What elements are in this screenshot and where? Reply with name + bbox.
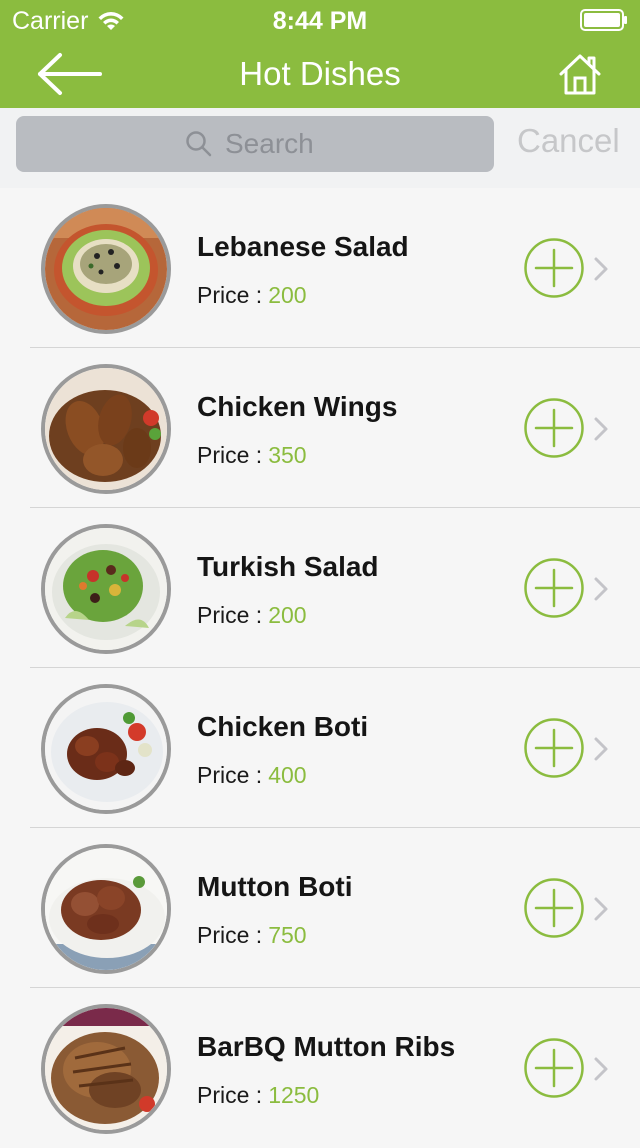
item-name: Chicken Wings (197, 391, 398, 422)
dish-image (41, 844, 171, 974)
price-label: Price : (197, 282, 263, 308)
add-circle-icon[interactable] (523, 397, 585, 459)
page-title: Hot Dishes (239, 55, 401, 92)
item-price: Price :750 (197, 921, 307, 949)
cancel-button[interactable]: Cancel (517, 121, 620, 161)
item-name: BarBQ Mutton Ribs (197, 1031, 456, 1062)
price-value: 400 (268, 762, 307, 788)
list-item[interactable]: Chicken Boti Price :400 (0, 668, 640, 828)
add-circle-icon[interactable] (523, 717, 585, 779)
price-value: 350 (268, 442, 307, 468)
salad-bowl-image (45, 208, 167, 330)
mixed-salad-image (45, 528, 167, 650)
item-name: Lebanese Salad (197, 231, 409, 262)
price-label: Price : (197, 602, 263, 628)
grilled-chicken-image (45, 688, 167, 810)
dish-image (41, 684, 171, 814)
price-label: Price : (197, 442, 263, 468)
list-item[interactable]: BarBQ Mutton Ribs Price :1250 (0, 988, 640, 1148)
item-name: Chicken Boti (197, 711, 369, 742)
item-price: Price :200 (197, 601, 307, 629)
price-value: 750 (268, 922, 307, 948)
item-name: Turkish Salad (197, 551, 379, 582)
home-icon[interactable] (558, 52, 602, 96)
add-circle-icon[interactable] (523, 557, 585, 619)
search-field-container[interactable] (16, 116, 494, 172)
bbq-ribs-image (45, 1008, 167, 1130)
price-label: Price : (197, 922, 263, 948)
price-value: 1250 (268, 1082, 320, 1108)
chevron-right-icon (594, 257, 608, 281)
item-name: Mutton Boti (197, 871, 353, 902)
mutton-chunks-image (45, 848, 167, 970)
chevron-right-icon (594, 417, 608, 441)
list-item[interactable]: Lebanese Salad Price :200 (0, 188, 640, 348)
dish-image (41, 524, 171, 654)
battery-icon (580, 9, 627, 31)
add-circle-icon[interactable] (523, 237, 585, 299)
item-price: Price :200 (197, 281, 307, 309)
add-circle-icon[interactable] (523, 877, 585, 939)
header: Carrier 8:44 PM Hot Dishes (0, 0, 640, 108)
search-bar: Cancel (0, 108, 640, 188)
price-label: Price : (197, 762, 263, 788)
search-icon (186, 131, 212, 157)
dish-image (41, 1004, 171, 1134)
dish-image (41, 364, 171, 494)
dish-image (41, 204, 171, 334)
chevron-right-icon (594, 897, 608, 921)
price-label: Price : (197, 1082, 263, 1108)
add-circle-icon[interactable] (523, 1037, 585, 1099)
chevron-right-icon (594, 577, 608, 601)
item-price: Price :400 (197, 761, 307, 789)
chevron-right-icon (594, 1057, 608, 1081)
status-time: 8:44 PM (272, 7, 368, 35)
search-input[interactable] (225, 128, 325, 160)
price-value: 200 (268, 282, 307, 308)
list-item[interactable]: Chicken Wings Price :350 (0, 348, 640, 508)
chicken-wings-image (45, 368, 167, 490)
status-bar: Carrier 8:44 PM (0, 0, 640, 40)
list-item[interactable]: Mutton Boti Price :750 (0, 828, 640, 988)
chevron-right-icon (594, 737, 608, 761)
dish-list: Lebanese Salad Price :200 Chicken Wings … (0, 188, 640, 1148)
item-price: Price :350 (197, 441, 307, 469)
navigation-bar: Hot Dishes (0, 40, 640, 108)
list-item[interactable]: Turkish Salad Price :200 (0, 508, 640, 668)
price-value: 200 (268, 602, 307, 628)
item-price: Price :1250 (197, 1081, 319, 1109)
